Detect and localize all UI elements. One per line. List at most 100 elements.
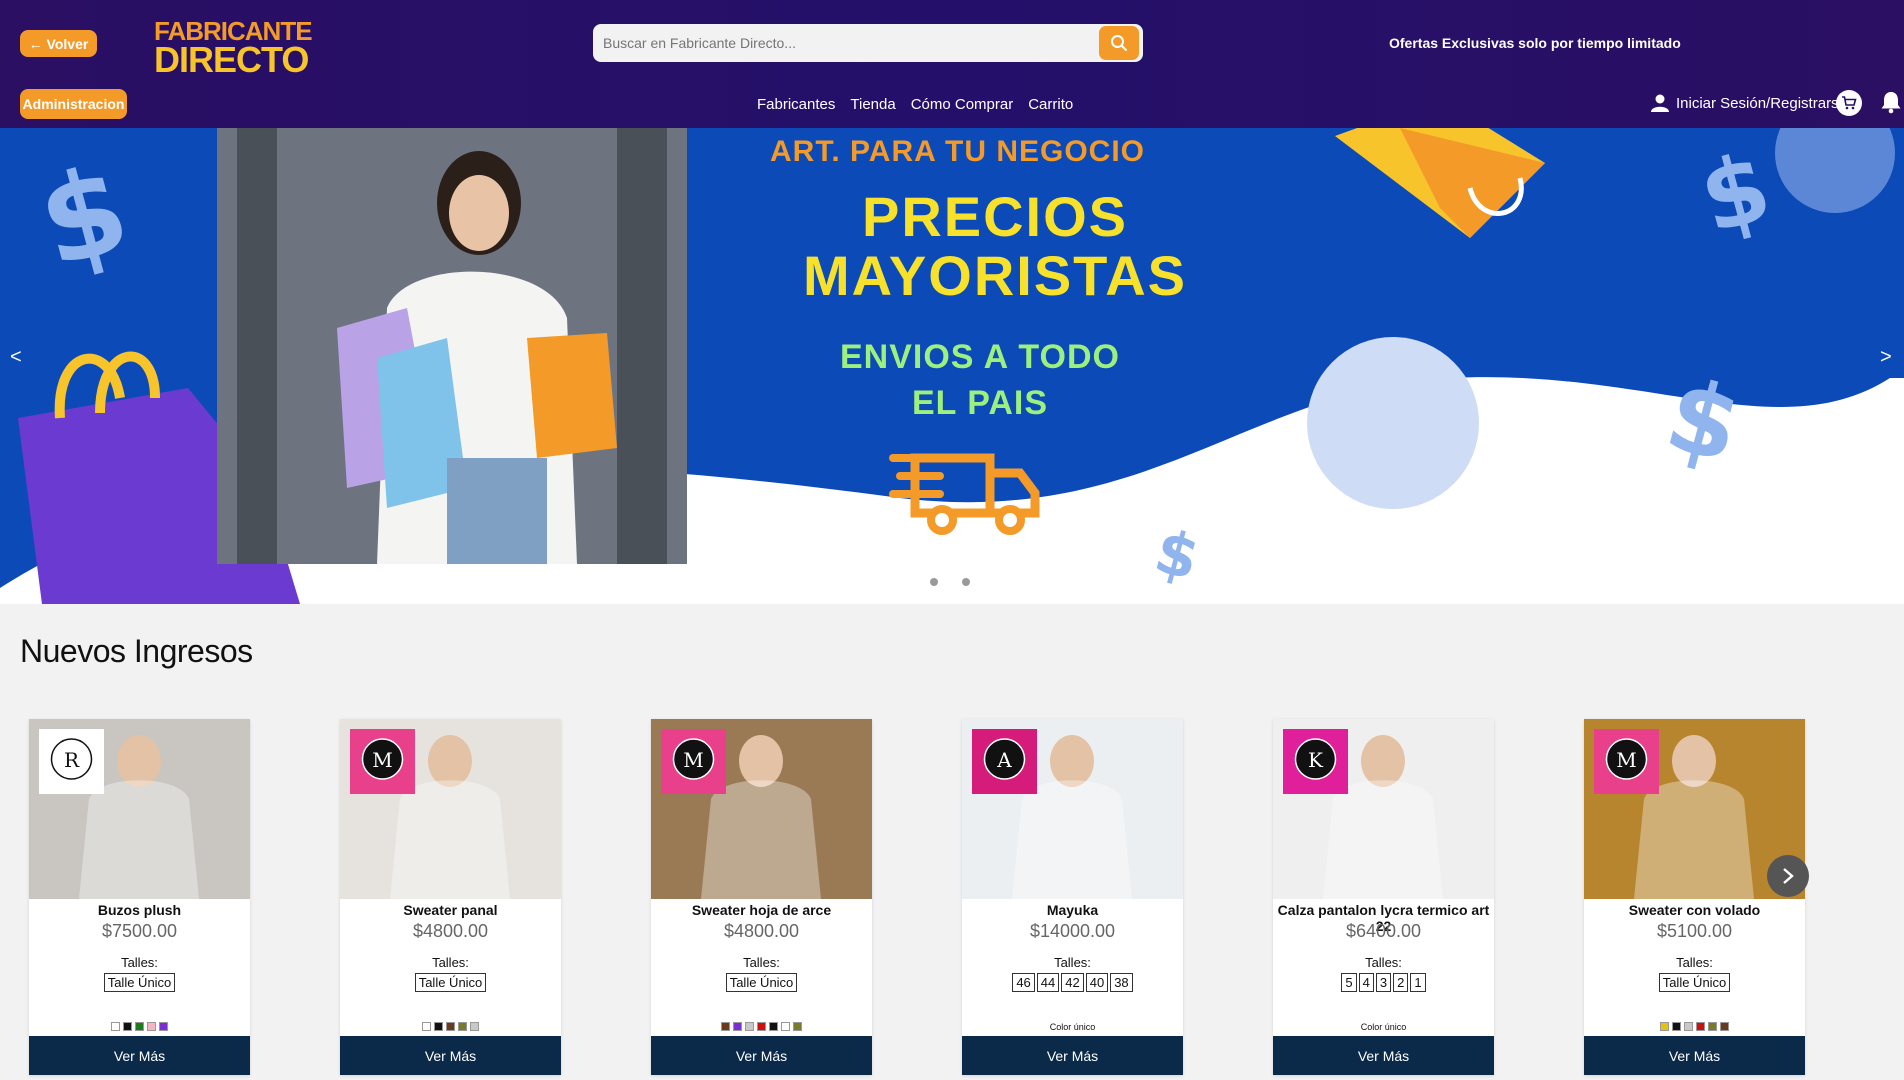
bell-icon: [1881, 92, 1901, 114]
svg-text:$: $: [26, 139, 143, 295]
color-swatch[interactable]: [793, 1022, 802, 1031]
view-more-button[interactable]: Ver Más: [651, 1036, 872, 1075]
size-option[interactable]: 1: [1410, 973, 1426, 992]
size-option[interactable]: 40: [1085, 973, 1109, 992]
back-button[interactable]: ← Volver: [20, 30, 97, 57]
size-option[interactable]: Talle Único: [103, 973, 176, 992]
banner-headline-2: MAYORISTAS: [802, 243, 1188, 307]
product-card[interactable]: R Buzos plush $7500.00 Talles: Talle Único V…: [29, 719, 250, 1075]
size-option[interactable]: Talle Único: [725, 973, 798, 992]
color-swatch[interactable]: [1720, 1022, 1729, 1031]
color-swatch[interactable]: [135, 1022, 144, 1031]
size-option[interactable]: 38: [1110, 973, 1133, 992]
color-swatch[interactable]: [159, 1022, 168, 1031]
africa-mia-jeans-logo-icon: A: [972, 729, 1037, 794]
sizes-label: Talles:: [1676, 955, 1713, 970]
site-logo[interactable]: FABRICANTE DIRECTO: [154, 18, 314, 78]
section-title: Nuevos Ingresos: [20, 633, 253, 669]
color-swatch[interactable]: [422, 1022, 431, 1031]
product-card[interactable]: K Calza pantalon lycra termico art 22 $64…: [1273, 719, 1494, 1075]
svg-text:A: A: [996, 748, 1012, 772]
color-swatch[interactable]: [434, 1022, 443, 1031]
product-price: $7500.00: [101, 921, 178, 941]
product-price: $5100.00: [1656, 921, 1733, 941]
product-name[interactable]: Sweater panal: [340, 902, 561, 918]
product-card[interactable]: M Sweater con volado $5100.00 Talles: Talle…: [1584, 719, 1805, 1075]
color-swatch[interactable]: [757, 1022, 766, 1031]
product-name[interactable]: Sweater hoja de arce: [651, 902, 872, 918]
chevron-right-icon: [1783, 868, 1794, 884]
size-option[interactable]: 4: [1358, 973, 1374, 992]
size-option[interactable]: Talle Único: [414, 973, 487, 992]
carousel-dot-2[interactable]: [962, 578, 970, 586]
color-swatch[interactable]: [721, 1022, 730, 1031]
color-swatch[interactable]: [111, 1022, 120, 1031]
nav-tienda[interactable]: Tienda: [850, 96, 895, 113]
color-swatch[interactable]: [470, 1022, 479, 1031]
size-option[interactable]: 42: [1061, 973, 1084, 992]
size-list: Talle Único: [651, 973, 872, 992]
svg-text:K: K: [1308, 748, 1324, 772]
banner-subline-2: EL PAIS: [911, 383, 1049, 422]
products-next-button[interactable]: [1767, 855, 1809, 897]
nav-carrito[interactable]: Carrito: [1028, 96, 1073, 113]
single-color-label: Color único: [1360, 1022, 1407, 1032]
color-swatch[interactable]: [745, 1022, 754, 1031]
nav-fabricantes[interactable]: Fabricantes: [757, 96, 835, 113]
size-option[interactable]: Talle Único: [1658, 973, 1731, 992]
svg-text:R: R: [64, 748, 80, 772]
single-color-label: Color único: [1049, 1022, 1096, 1032]
notifications-button[interactable]: [1880, 90, 1902, 119]
admin-button[interactable]: Administracion: [20, 89, 127, 119]
search-icon: [1111, 35, 1128, 52]
carousel-prev-arrow[interactable]: <: [10, 346, 22, 369]
color-swatch[interactable]: [1672, 1022, 1681, 1031]
khansas-logo-icon: K: [1283, 729, 1348, 794]
view-more-button[interactable]: Ver Más: [29, 1036, 250, 1075]
size-option[interactable]: 44: [1036, 973, 1060, 992]
product-price: $4800.00: [412, 921, 489, 941]
product-name[interactable]: Sweater con volado: [1584, 902, 1805, 918]
carousel-dot-1[interactable]: [930, 578, 938, 586]
sizes-label: Talles:: [432, 955, 469, 970]
color-swatch[interactable]: [458, 1022, 467, 1031]
view-more-button[interactable]: Ver Más: [340, 1036, 561, 1075]
size-option[interactable]: 46: [1012, 973, 1035, 992]
color-swatch[interactable]: [1660, 1022, 1669, 1031]
product-price: $6400.00: [1345, 921, 1422, 941]
search-button[interactable]: [1099, 26, 1139, 60]
color-swatch[interactable]: [733, 1022, 742, 1031]
size-option[interactable]: 2: [1393, 973, 1409, 992]
banner-subline: ENVIOS A TODO EL PAIS: [790, 335, 1170, 427]
color-swatch[interactable]: [781, 1022, 790, 1031]
view-more-button[interactable]: Ver Más: [1584, 1036, 1805, 1075]
top-header: ← Volver Administracion FABRICANTE DIREC…: [0, 0, 1904, 128]
nav-como-comprar[interactable]: Cómo Comprar: [911, 96, 1014, 113]
product-card[interactable]: A Mayuka $14000.00 Talles: 46 44 42 40 38 Color …: [962, 719, 1183, 1075]
color-swatch[interactable]: [123, 1022, 132, 1031]
color-swatch[interactable]: [1684, 1022, 1693, 1031]
product-name[interactable]: Buzos plush: [29, 902, 250, 918]
login-link[interactable]: Iniciar Sesión/Registrarse: [1650, 93, 1847, 113]
product-name[interactable]: Mayuka: [962, 902, 1183, 918]
view-more-button[interactable]: Ver Más: [1273, 1036, 1494, 1075]
search-input[interactable]: [593, 24, 1083, 62]
product-card[interactable]: M Sweater panal $4800.00 Talles: Talle Únic…: [340, 719, 561, 1075]
banner-photo: [217, 128, 687, 564]
manu-zumasa-logo-icon: M: [1594, 729, 1659, 794]
carousel-dots: [930, 578, 970, 586]
product-card[interactable]: M Sweater hoja de arce $4800.00 Talles: Tal…: [651, 719, 872, 1075]
color-swatch[interactable]: [1696, 1022, 1705, 1031]
color-swatch[interactable]: [446, 1022, 455, 1031]
color-swatches: [29, 1022, 250, 1031]
size-option[interactable]: 5: [1341, 973, 1357, 992]
view-more-button[interactable]: Ver Más: [962, 1036, 1183, 1075]
cart-button[interactable]: [1836, 90, 1862, 116]
size-option[interactable]: 3: [1375, 973, 1392, 992]
search-bar: [593, 24, 1143, 62]
color-swatch[interactable]: [769, 1022, 778, 1031]
color-swatch[interactable]: [147, 1022, 156, 1031]
carousel-next-arrow[interactable]: >: [1880, 346, 1892, 369]
login-label: Iniciar Sesión/Registrarse: [1676, 94, 1847, 112]
color-swatch[interactable]: [1708, 1022, 1717, 1031]
